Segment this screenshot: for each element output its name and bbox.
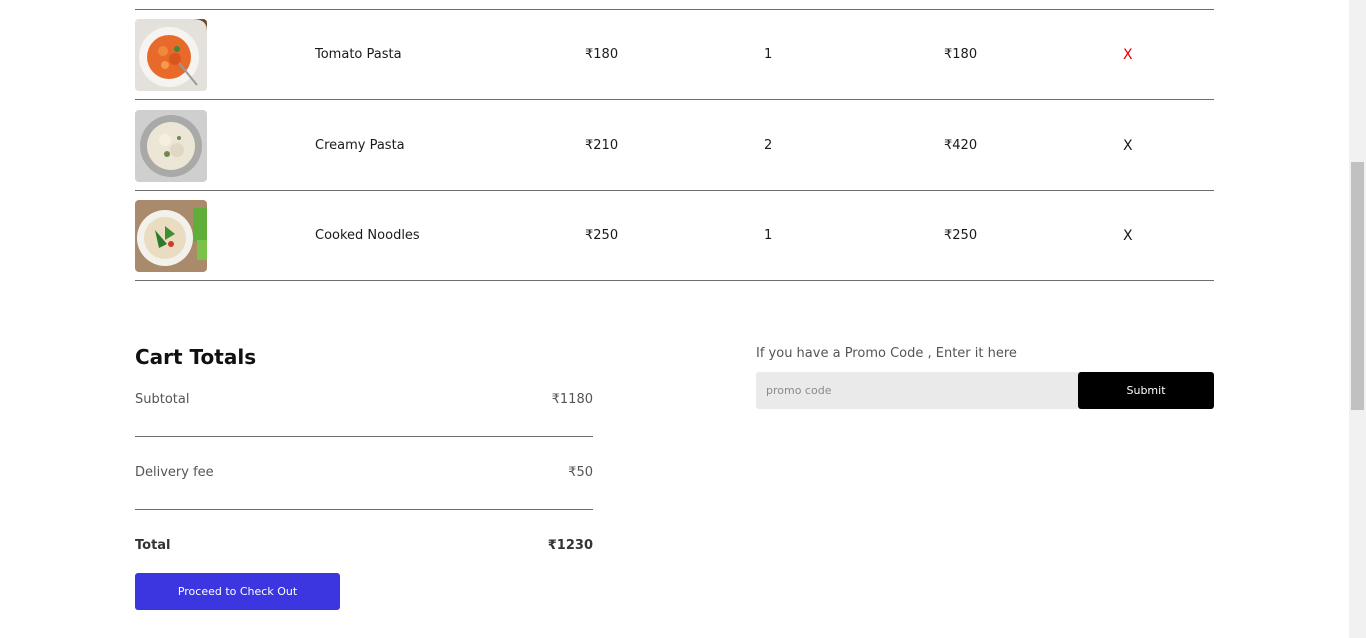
scrollbar-thumb[interactable]: [1351, 162, 1364, 410]
subtotal-value: ₹1180: [551, 392, 593, 407]
remove-item-button[interactable]: X: [1123, 138, 1133, 154]
totals-divider: [135, 436, 593, 437]
item-total: ₹420: [944, 138, 978, 153]
food-image-creamy-pasta: [135, 110, 207, 182]
item-quantity: 2: [764, 138, 773, 153]
table-row: Tomato Pasta ₹180 1 ₹180 X: [135, 10, 1214, 100]
row-divider: [135, 99, 1214, 100]
item-quantity: 1: [764, 228, 773, 243]
food-image-cooked-noodles: [135, 200, 207, 272]
total-row: Total ₹1230: [135, 538, 593, 553]
promo-submit-button[interactable]: Submit: [1078, 372, 1214, 409]
item-total: ₹250: [944, 228, 978, 243]
cart-page: Tomato Pasta ₹180 1 ₹180 X Creamy Pasta …: [0, 0, 1349, 638]
remove-item-button[interactable]: X: [1123, 47, 1133, 63]
remove-item-button[interactable]: X: [1123, 228, 1133, 244]
subtotal-label: Subtotal: [135, 392, 190, 407]
item-quantity: 1: [764, 47, 773, 62]
food-image-tomato-pasta: [135, 19, 207, 91]
total-label: Total: [135, 538, 171, 553]
vertical-scrollbar[interactable]: [1349, 0, 1366, 638]
table-row: Creamy Pasta ₹210 2 ₹420 X: [135, 101, 1214, 191]
delivery-fee-row: Delivery fee ₹50: [135, 465, 593, 480]
row-divider: [135, 280, 1214, 281]
delivery-fee-value: ₹50: [568, 465, 593, 480]
item-price: ₹250: [585, 228, 619, 243]
cart-totals-title: Cart Totals: [135, 345, 257, 369]
totals-divider: [135, 509, 593, 510]
table-row: Cooked Noodles ₹250 1 ₹250 X: [135, 191, 1214, 281]
delivery-fee-label: Delivery fee: [135, 465, 214, 480]
proceed-to-checkout-button[interactable]: Proceed to Check Out: [135, 573, 340, 610]
item-total: ₹180: [944, 47, 978, 62]
subtotal-row: Subtotal ₹1180: [135, 392, 593, 407]
item-name: Tomato Pasta: [315, 47, 402, 62]
item-price: ₹210: [585, 138, 619, 153]
item-price: ₹180: [585, 47, 619, 62]
promo-code-input[interactable]: [756, 372, 1078, 409]
item-name: Creamy Pasta: [315, 138, 405, 153]
item-name: Cooked Noodles: [315, 228, 420, 243]
promo-code-label: If you have a Promo Code , Enter it here: [756, 346, 1017, 361]
total-value: ₹1230: [547, 538, 593, 553]
